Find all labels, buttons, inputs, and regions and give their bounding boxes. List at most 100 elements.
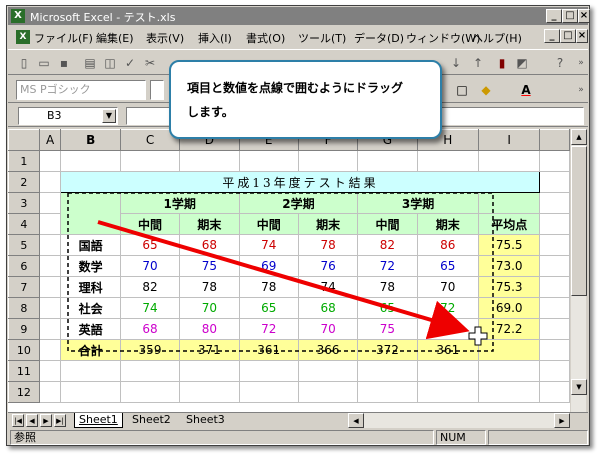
worksheet-grid[interactable]: A B C D E F G H I 1 2 平成13年度テスト結果 3 1学期 2学期 3学期 4 中間 期末 中間期… [8,129,570,412]
cell-b3[interactable] [60,192,121,235]
score-cell[interactable]: 75 [179,255,240,277]
cell-r1-3[interactable] [179,150,240,172]
document-icon[interactable]: X [16,30,30,44]
score-cell[interactable]: 74 [298,276,359,298]
term-header-2[interactable]: 2学期 [239,192,359,214]
font-color-icon[interactable]: A [518,82,534,98]
cell-r1-9[interactable] [539,150,570,172]
row-header-4[interactable]: 4 [8,213,40,235]
average-cell[interactable]: 72.2 [478,318,541,340]
total-cell[interactable]: 361 [417,339,479,361]
sort-ascending-icon[interactable]: ↓ [448,55,464,71]
cell-j10[interactable] [539,339,570,361]
row-header-10[interactable]: 10 [8,339,40,361]
average-cell[interactable]: 73.0 [478,255,541,277]
score-cell[interactable]: 65 [239,297,299,319]
row-header-8[interactable]: 8 [8,297,40,319]
row-header-6[interactable]: 6 [8,255,40,277]
average-cell[interactable]: 69.0 [478,297,541,319]
cell-a8[interactable] [39,297,62,319]
cell-i10[interactable] [478,339,541,361]
drawing-icon[interactable]: ◩ [514,55,530,71]
cell-r12-6[interactable] [357,381,418,403]
cell-r1-8[interactable] [478,150,541,172]
score-cell[interactable]: 72 [357,255,418,277]
cell-r12-8[interactable] [478,381,541,403]
term-header-3[interactable]: 3学期 [357,192,479,214]
row-header-3[interactable]: 3 [8,192,40,214]
fill-color-icon[interactable]: ◆ [478,82,494,98]
column-header-b[interactable]: B [60,129,121,151]
menu-help[interactable]: ヘルプ(H) [472,30,522,46]
subject-label[interactable]: 英語 [60,318,121,340]
vertical-scrollbar[interactable]: ▲ ▼ [570,129,587,412]
row-header-7[interactable]: 7 [8,276,40,298]
border-icon[interactable]: □ [454,82,470,98]
cell-a7[interactable] [39,276,62,298]
cell-r11-9[interactable] [539,360,570,382]
average-cell[interactable]: 75.3 [478,276,541,298]
total-cell[interactable]: 361 [239,339,299,361]
cell-r1-0[interactable] [39,150,62,172]
doc-minimize-button[interactable]: _ [544,29,560,43]
average-cell[interactable]: 75.5 [478,234,541,256]
cell-r11-5[interactable] [298,360,359,382]
cell-table[interactable]: A B C D E F G H I 1 2 平成13年度テスト結果 3 1学期 2学期 3学期 4 中間 期末 中間期… [8,129,570,403]
menu-format[interactable]: 書式(O) [246,30,285,46]
prev-sheet-icon[interactable]: ◀ [26,414,38,427]
cell-j4[interactable] [539,213,570,235]
sheet-tab-2[interactable]: Sheet2 [128,413,175,428]
print-preview-icon[interactable]: ◫ [102,55,118,71]
menu-insert[interactable]: 挿入(I) [198,30,232,46]
cut-icon[interactable]: ✂ [142,55,158,71]
spelling-icon[interactable]: ✓ [122,55,138,71]
score-cell[interactable]: 72 [239,318,299,340]
menu-view[interactable]: 表示(V) [146,30,184,46]
name-box-dropdown-icon[interactable]: ▼ [102,109,116,123]
score-cell[interactable]: 65 [120,234,181,256]
score-cell[interactable]: 68 [417,318,479,340]
cell-r12-9[interactable] [539,381,570,403]
doc-close-button[interactable]: × [576,29,588,43]
score-cell[interactable]: 72 [417,297,479,319]
total-cell[interactable]: 372 [357,339,418,361]
cell-r11-3[interactable] [179,360,240,382]
cell-r12-2[interactable] [120,381,181,403]
close-button[interactable]: × [578,9,590,23]
cell-r1-6[interactable] [357,150,418,172]
cell-a4[interactable] [39,213,62,235]
row-header-2[interactable]: 2 [8,171,40,193]
score-cell[interactable]: 80 [179,318,240,340]
name-box[interactable]: B3 ▼ [18,107,118,125]
cell-a10[interactable] [39,339,62,361]
menu-window[interactable]: ウィンドウ(W) [406,30,480,46]
column-header-a[interactable]: A [38,129,62,151]
cell-r1-2[interactable] [120,150,181,172]
cell-r12-7[interactable] [417,381,479,403]
subject-label[interactable]: 国語 [60,234,121,256]
score-cell[interactable]: 70 [120,255,181,277]
scroll-right-icon[interactable]: ▶ [554,413,570,428]
doc-restore-button[interactable]: □ [560,29,576,43]
cell-r11-0[interactable] [39,360,62,382]
menu-tools[interactable]: ツール(T) [298,30,346,46]
sub-header-2[interactable]: 期末 [179,213,240,235]
total-cell[interactable]: 366 [298,339,359,361]
cell-r12-1[interactable] [60,381,121,403]
cell-r12-0[interactable] [39,381,62,403]
score-cell[interactable]: 76 [298,255,359,277]
score-cell[interactable]: 70 [417,276,479,298]
row-header-12[interactable]: 12 [8,381,40,403]
sub-header-1[interactable]: 中間 [120,213,181,235]
cell-r12-3[interactable] [179,381,240,403]
cell-r1-4[interactable] [239,150,299,172]
cell-r12-5[interactable] [298,381,359,403]
subject-label[interactable]: 理科 [60,276,121,298]
menu-file[interactable]: ファイル(F) [34,30,93,46]
total-cell[interactable]: 359 [120,339,181,361]
sort-descending-icon[interactable]: ↑ [470,55,486,71]
avg-header[interactable]: 平均点 [478,213,541,235]
cell-j3[interactable] [539,192,570,214]
score-cell[interactable]: 78 [298,234,359,256]
font-name-combo[interactable]: MS Pゴシック [16,80,146,100]
